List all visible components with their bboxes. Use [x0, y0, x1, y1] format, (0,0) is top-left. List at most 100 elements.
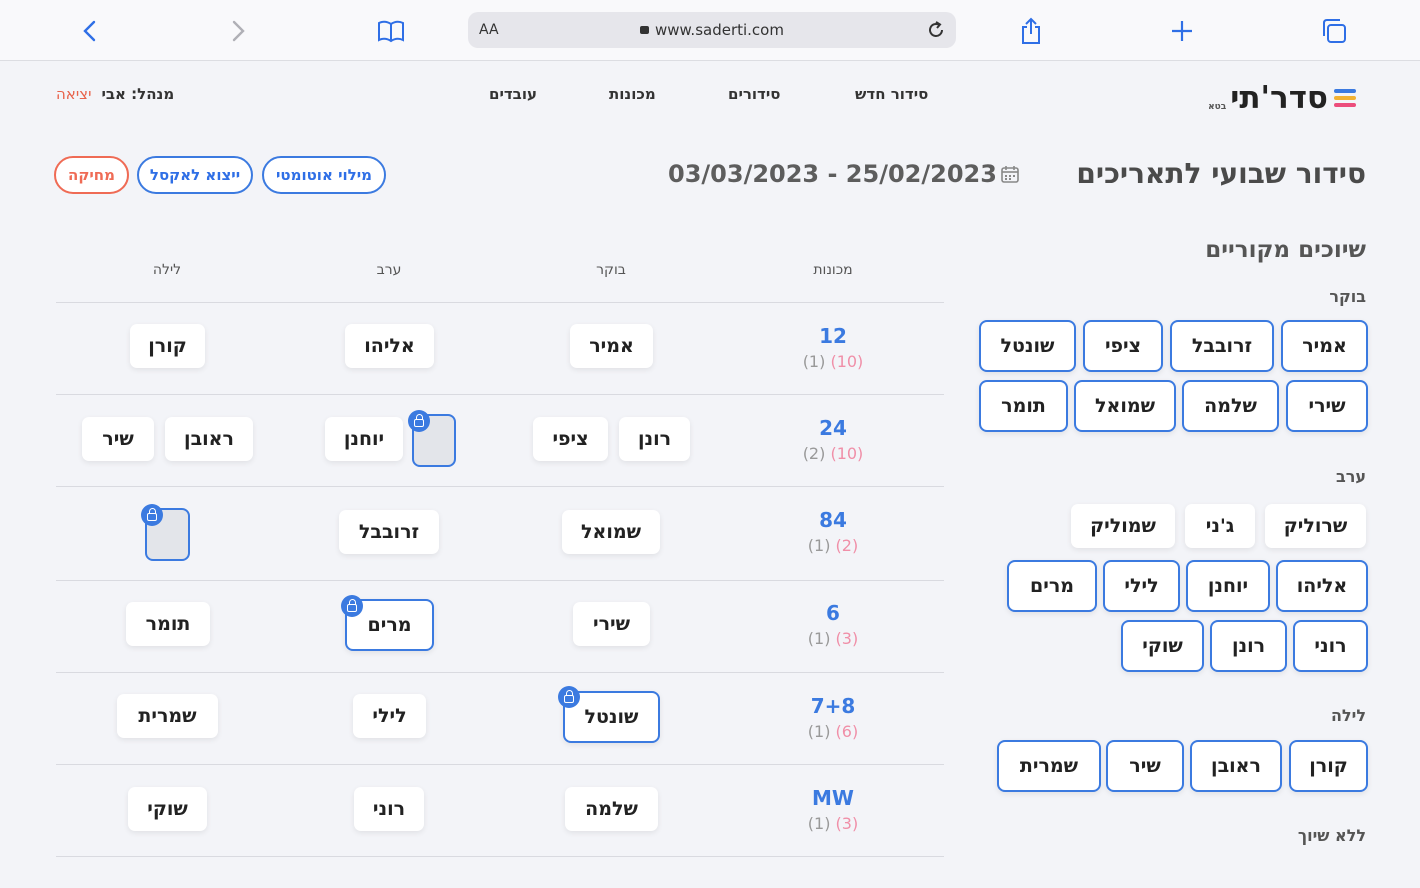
schedule-chip[interactable]: שלמה: [565, 787, 658, 831]
worker-chip[interactable]: שרוליק: [1265, 504, 1366, 548]
schedule-chip[interactable]: תומר: [126, 602, 210, 646]
worker-chip[interactable]: שלמה: [1182, 380, 1279, 432]
header-machines: מכונות: [813, 262, 853, 278]
lock-icon[interactable]: [408, 410, 430, 432]
nav-workers[interactable]: עובדים: [489, 85, 537, 103]
worker-chip[interactable]: רוני: [1293, 620, 1368, 672]
lock-icon[interactable]: [141, 504, 163, 526]
worker-chip[interactable]: קורן: [1289, 740, 1368, 792]
machine-number[interactable]: 24: [783, 416, 883, 440]
reload-icon[interactable]: [926, 20, 946, 44]
manager-name: מנהל: אבי: [101, 85, 175, 103]
export-excel-button[interactable]: ייצוא לאקסל: [137, 156, 253, 194]
autofill-button[interactable]: מילוי אוטומטי: [262, 156, 386, 194]
unassigned-label: ללא שיוך: [1297, 826, 1366, 845]
schedule-chip[interactable]: לילי: [353, 694, 426, 738]
calendar-icon[interactable]: [1000, 164, 1020, 188]
back-icon[interactable]: [74, 16, 104, 46]
worker-chip[interactable]: שונטל: [979, 320, 1076, 372]
schedule-chip[interactable]: רוני: [354, 787, 424, 831]
tabs-icon[interactable]: [1319, 16, 1349, 46]
row-divider: [56, 302, 944, 303]
required-count: (6): [835, 722, 859, 741]
schedule-chip[interactable]: ציפי: [533, 417, 608, 461]
header-night: לילה: [152, 262, 182, 278]
machine-cell: 24 (2) (10): [783, 416, 883, 463]
date-range: 03/03/2023 - 25/02/2023: [668, 160, 997, 188]
worker-chip[interactable]: שמוליק: [1071, 504, 1175, 548]
app: סדר'תי בטא סידור חדש סידורים מכונות עובד…: [0, 61, 1420, 888]
page-title: סידור שבועי לתאריכים: [1076, 157, 1366, 190]
logo-text: סדר'תי: [1230, 80, 1328, 116]
machine-number[interactable]: MW: [783, 786, 883, 810]
schedule-chip[interactable]: שוקי: [128, 787, 207, 831]
schedule-chip[interactable]: קורן: [130, 324, 205, 368]
worker-chip[interactable]: אליהו: [1276, 560, 1368, 612]
assigned-count: (1): [807, 629, 831, 648]
delete-button[interactable]: מחיקה: [54, 156, 129, 194]
worker-chip[interactable]: שוקי: [1121, 620, 1204, 672]
machine-cell: 12 (1) (10): [783, 324, 883, 371]
manager-area: מנהל: אבי יציאה: [56, 85, 174, 103]
worker-chip[interactable]: זרובבל: [1170, 320, 1274, 372]
lock-icon[interactable]: [341, 595, 363, 617]
worker-chip[interactable]: רונן: [1210, 620, 1287, 672]
schedule-chip[interactable]: אמיר: [570, 324, 653, 368]
header-evening: ערב: [376, 262, 402, 278]
machine-number[interactable]: 12: [783, 324, 883, 348]
schedule-chip[interactable]: שיר: [82, 417, 154, 461]
morning-label: בוקר: [1329, 287, 1366, 306]
assigned-count: (2): [802, 444, 826, 463]
worker-chip[interactable]: שירי: [1286, 380, 1368, 432]
url-text: www.saderti.com: [655, 21, 784, 39]
schedule-chip[interactable]: ראובן: [165, 417, 253, 461]
required-count: (2): [835, 536, 859, 555]
nav-schedules[interactable]: סידורים: [728, 85, 780, 103]
share-icon[interactable]: [1016, 16, 1046, 46]
schedule-chip[interactable]: שירי: [573, 602, 650, 646]
lock-icon[interactable]: [558, 686, 580, 708]
worker-chip[interactable]: שיר: [1106, 740, 1184, 792]
schedule-chip[interactable]: זרובבל: [339, 510, 439, 554]
assigned-count: (1): [807, 536, 831, 555]
machine-number[interactable]: 7+8: [783, 694, 883, 718]
nav-new-schedule[interactable]: סידור חדש: [855, 85, 928, 103]
new-tab-icon[interactable]: [1167, 16, 1197, 46]
schedule-chip[interactable]: יוחנן: [325, 417, 403, 461]
schedule-chip[interactable]: שמואל: [562, 510, 660, 554]
required-count: (3): [835, 629, 859, 648]
row-divider: [56, 856, 944, 857]
required-count: (3): [835, 814, 859, 833]
worker-chip[interactable]: ראובן: [1190, 740, 1282, 792]
assignments-title: שיוכים מקוריים: [1205, 237, 1366, 263]
worker-chip[interactable]: תומר: [979, 380, 1068, 432]
worker-chip[interactable]: אמיר: [1281, 320, 1368, 372]
address-bar[interactable]: AA www.saderti.com: [468, 12, 956, 48]
logo-bars-icon: [1334, 89, 1356, 107]
row-divider: [56, 580, 944, 581]
night-label: לילה: [1330, 706, 1366, 725]
machine-number[interactable]: 84: [783, 508, 883, 532]
evening-label: ערב: [1335, 467, 1366, 486]
schedule-chip[interactable]: שמרית: [117, 694, 218, 738]
browser-toolbar: AA www.saderti.com: [0, 0, 1420, 61]
schedule-chip[interactable]: רונן: [619, 417, 690, 461]
required-count: (10): [830, 352, 864, 371]
logout-link[interactable]: יציאה: [56, 85, 91, 103]
schedule-chip[interactable]: אליהו: [345, 324, 434, 368]
assigned-count: (1): [802, 352, 826, 371]
bookmarks-icon[interactable]: [376, 16, 406, 46]
worker-chip[interactable]: מרים: [1007, 560, 1097, 612]
worker-chip[interactable]: שמואל: [1074, 380, 1176, 432]
worker-chip[interactable]: יוחנן: [1186, 560, 1270, 612]
worker-chip[interactable]: ציפי: [1083, 320, 1163, 372]
worker-chip[interactable]: לילי: [1103, 560, 1180, 612]
assigned-count: (1): [807, 814, 831, 833]
machine-number[interactable]: 6: [783, 601, 883, 625]
beta-badge: בטא: [1208, 102, 1227, 112]
nav-machines[interactable]: מכונות: [609, 85, 656, 103]
forward-icon[interactable]: [224, 16, 254, 46]
worker-chip[interactable]: שמרית: [997, 740, 1101, 792]
worker-chip[interactable]: ג'ני: [1185, 504, 1255, 548]
row-divider: [56, 764, 944, 765]
